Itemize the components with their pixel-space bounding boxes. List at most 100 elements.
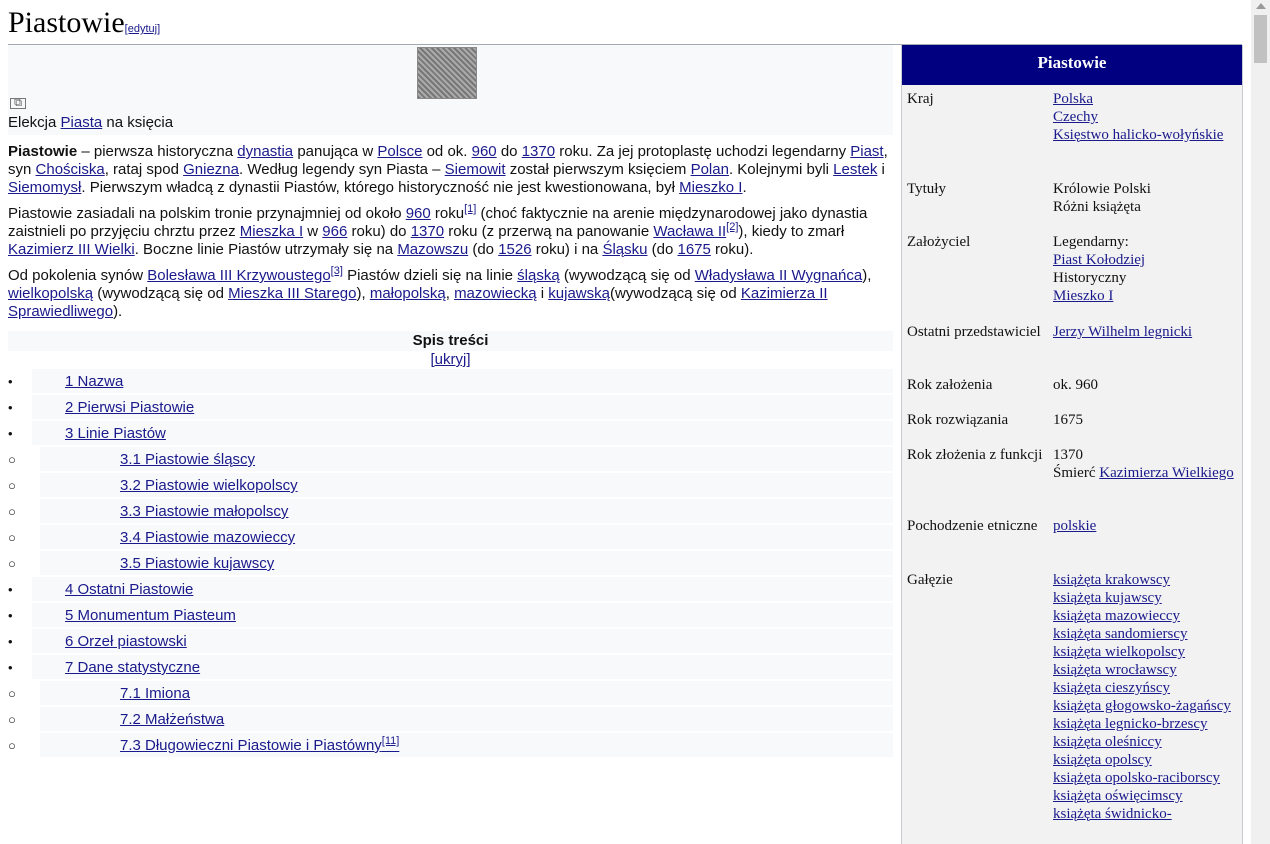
- inline-link[interactable]: książęta opolscy: [1053, 752, 1152, 768]
- inline-link[interactable]: 1675: [677, 241, 710, 258]
- inline-link[interactable]: książęta cieszyńscy: [1053, 680, 1170, 696]
- text-run: ), kiedy to zmarł: [738, 223, 845, 240]
- inline-link[interactable]: Księstwo halicko-wołyńskie: [1053, 127, 1223, 143]
- inline-link[interactable]: Lestek: [833, 161, 877, 178]
- inline-link[interactable]: książęta krakowscy: [1053, 572, 1170, 588]
- inline-link[interactable]: książęta wielkopolscy: [1053, 644, 1185, 660]
- inline-link[interactable]: wielkopolską: [8, 285, 93, 302]
- inline-link[interactable]: 1370: [522, 143, 555, 160]
- inline-link[interactable]: Wacława II: [653, 223, 726, 240]
- text-run: od ok.: [422, 143, 472, 160]
- image-thumbnail[interactable]: [417, 47, 477, 99]
- inline-link[interactable]: Gniezna: [183, 161, 239, 178]
- inline-link[interactable]: Mieszka I: [240, 223, 303, 240]
- inline-link[interactable]: Czechy: [1053, 109, 1098, 125]
- inline-link[interactable]: kujawską: [548, 285, 610, 302]
- inline-link[interactable]: 960: [406, 205, 431, 222]
- inline-link[interactable]: śląską: [517, 267, 560, 284]
- text-run: roku).: [710, 241, 754, 258]
- inline-link[interactable]: Władysława II Wygnańca: [695, 267, 862, 284]
- toc-link[interactable]: 3.1 Piastowie śląscy: [120, 451, 255, 468]
- inline-link[interactable]: Siemomysł: [8, 179, 81, 196]
- inline-link[interactable]: książęta głogowsko-żagańscy: [1053, 698, 1231, 714]
- inline-link[interactable]: książęta oświęcimscy: [1053, 788, 1183, 804]
- inline-link[interactable]: Mieszko I: [679, 179, 742, 196]
- inline-link[interactable]: Mazowszu: [397, 241, 468, 258]
- footnote-ref[interactable]: [2]: [726, 221, 738, 233]
- inline-link[interactable]: książęta kujawscy: [1053, 590, 1162, 606]
- inline-link[interactable]: książęta sandomierscy: [1053, 626, 1188, 642]
- vertical-scrollbar[interactable]: [1251, 0, 1270, 844]
- toc-link[interactable]: 4 Ostatni Piastowie: [65, 581, 193, 598]
- toc-hide-link[interactable]: [ukryj]: [430, 351, 470, 368]
- toc-link[interactable]: 3.4 Piastowie mazowieccy: [120, 529, 295, 546]
- footnote-ref[interactable]: [1]: [464, 203, 476, 215]
- inline-link[interactable]: Kazimierza Wielkiego: [1099, 465, 1233, 481]
- toc-link[interactable]: 3.3 Piastowie małopolscy: [120, 503, 288, 520]
- toc-link[interactable]: 3.2 Piastowie wielkopolscy: [120, 477, 298, 494]
- toc-link[interactable]: 7.2 Małżeństwa: [120, 711, 224, 728]
- scrollbar-thumb[interactable]: [1254, 15, 1267, 63]
- inline-link[interactable]: 1370: [411, 223, 444, 240]
- caption-link[interactable]: Piasta: [61, 114, 103, 131]
- inline-link[interactable]: książęta legnicko-brzescy: [1053, 716, 1208, 732]
- inline-link[interactable]: książęta oleśniccy: [1053, 734, 1162, 750]
- footnote-ref[interactable]: [11]: [382, 735, 400, 747]
- inline-link[interactable]: książęta wrocławscy: [1053, 662, 1177, 678]
- bullet-circle-icon: ○: [8, 712, 16, 727]
- inline-link[interactable]: Mieszko I: [1053, 288, 1113, 304]
- text-run: Różni książęta: [1053, 199, 1141, 215]
- toc-link[interactable]: 7 Dane statystyczne: [65, 659, 200, 676]
- toc-link[interactable]: 6 Orzeł piastowski: [65, 633, 187, 650]
- inline-link[interactable]: dynastia: [237, 143, 293, 160]
- edit-section-link[interactable]: [edytuj]: [125, 23, 160, 35]
- inline-link[interactable]: Kazimierz III Wielki: [8, 241, 135, 258]
- inline-link[interactable]: Mieszka III Starego: [228, 285, 356, 302]
- magnify-icon[interactable]: ⧉: [10, 98, 26, 109]
- toc-link[interactable]: 7.1 Imiona: [120, 685, 190, 702]
- toc-link[interactable]: 3 Linie Piastów: [65, 425, 166, 442]
- inline-link[interactable]: polskie: [1053, 518, 1096, 534]
- inline-link[interactable]: mazowiecką: [454, 285, 537, 302]
- bullet-disc-icon: •: [8, 634, 13, 649]
- text-run: . Boczne linie Piastów utrzymały się na: [134, 241, 398, 258]
- inline-link[interactable]: Polska: [1053, 91, 1093, 107]
- toc-link[interactable]: 7.3 Długowieczni Piastowie i Piastówny[1…: [120, 735, 400, 755]
- inline-link[interactable]: Polan: [691, 161, 729, 178]
- inline-link[interactable]: książęta opolsko-raciborscy: [1053, 770, 1220, 786]
- toc-link[interactable]: 2 Pierwsi Piastowie: [65, 399, 194, 416]
- caption-text: Elekcja: [8, 114, 61, 131]
- main-content: ⧉ Elekcja Piasta na księcia Piastowie – …: [8, 45, 893, 759]
- text-run: , rataj spod: [104, 161, 184, 178]
- text-run: .: [742, 179, 747, 196]
- toc-item: • 3 Linie Piastów: [8, 421, 893, 447]
- toc-link[interactable]: 5 Monumentum Piasteum: [65, 607, 236, 624]
- inline-link[interactable]: Siemowit: [445, 161, 506, 178]
- inline-link[interactable]: książęta mazowieccy: [1053, 608, 1180, 624]
- bullet-disc-icon: •: [8, 582, 13, 597]
- inline-link[interactable]: Bolesława III Krzywoustego: [147, 267, 330, 284]
- scroll-up-icon[interactable]: [1256, 3, 1266, 9]
- footnote-ref[interactable]: [3]: [331, 265, 343, 277]
- inline-link[interactable]: Piast Kołodziej: [1053, 252, 1145, 268]
- infobox-label: Rok złożenia z funkcji: [907, 447, 1043, 463]
- inline-link[interactable]: Piast: [850, 143, 883, 160]
- inline-link[interactable]: małopolską: [370, 285, 446, 302]
- text-run: . Pierwszym władcą z dynastii Piastów, k…: [81, 179, 680, 196]
- inline-link[interactable]: Chościska: [36, 161, 105, 178]
- inline-link[interactable]: 966: [322, 223, 347, 240]
- figure-caption: Elekcja Piasta na księcia: [8, 114, 173, 132]
- inline-link[interactable]: książęta świdnicko-: [1053, 806, 1172, 822]
- toc-link[interactable]: 1 Nazwa: [65, 373, 123, 390]
- text-run: . Według legendy syn Piasta –: [238, 161, 445, 178]
- inline-link[interactable]: Jerzy Wilhelm legnicki: [1053, 324, 1192, 340]
- text-run: Historyczny: [1053, 270, 1127, 286]
- inline-link[interactable]: Polsce: [377, 143, 422, 160]
- toc-entry: 4 Ostatni Piastowie: [65, 581, 193, 599]
- inline-link[interactable]: Śląsku: [602, 241, 647, 258]
- inline-link[interactable]: 1526: [498, 241, 531, 258]
- toc-link[interactable]: 3.5 Piastowie kujawscy: [120, 555, 274, 572]
- toc-item: • 5 Monumentum Piasteum: [8, 603, 893, 629]
- inline-link[interactable]: 960: [472, 143, 497, 160]
- toc-entry: 2 Pierwsi Piastowie: [65, 399, 194, 417]
